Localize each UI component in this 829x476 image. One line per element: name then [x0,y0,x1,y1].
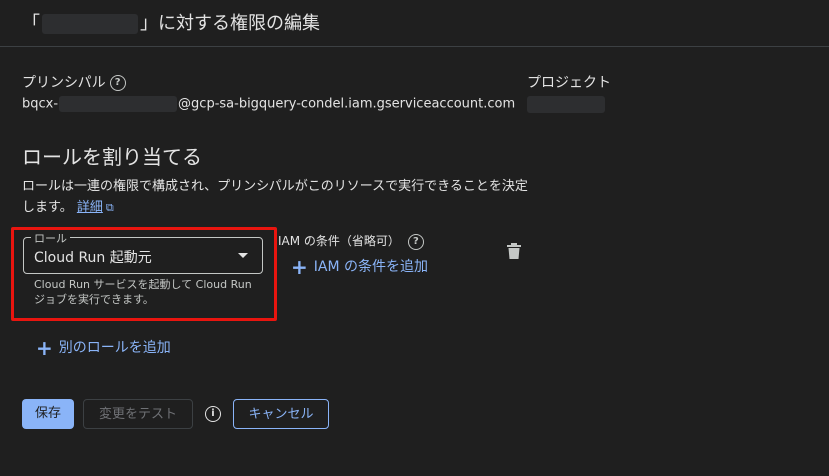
add-iam-condition-label: IAM の条件を追加 [313,259,429,275]
redacted-principal-id [59,96,178,112]
redacted-project-value [527,96,605,113]
principal-value: bqcx- @gcp-sa-bigquery-condel.iam.gservic… [22,96,515,112]
help-circle-icon[interactable]: ? [407,233,424,250]
principal-prefix: bqcx- [22,96,59,112]
test-changes-button[interactable]: 変更をテスト [83,399,193,429]
add-iam-condition-button[interactable]: + IAM の条件を追加 [291,255,428,279]
external-link-icon: ⧉ [105,201,114,214]
role-select-label: ロール [31,230,70,246]
assign-roles-heading: ロールを割り当てる [22,145,202,169]
roles-description: ロールは一連の権限で構成され、プリンシパルがこのリソースで実行できることを決定し… [22,176,532,218]
cancel-button[interactable]: キャンセル [233,399,329,429]
add-another-role-label: 別のロールを追加 [58,340,171,356]
save-button[interactable]: 保存 [22,399,74,429]
edit-permissions-dialog: 「 」に対する権限の編集 プリンシパル? bqcx- @gcp-sa-bigquer… [0,0,829,476]
plus-icon: + [36,336,53,360]
title-bar: 「 」に対する権限の編集 [0,0,829,47]
info-icon[interactable]: i [205,406,221,422]
title-suffix: 」に対する権限の編集 [140,13,320,34]
role-select-value: Cloud Run 起動元 [34,250,152,266]
redacted-resource-name [42,14,138,34]
details-link[interactable]: 詳細 [77,200,103,215]
dialog-title: 「 」に対する権限の編集 [22,9,320,35]
add-another-role-button[interactable]: + 別のロールを追加 [36,336,171,360]
principal-label: プリンシパル [22,75,106,91]
role-helper-text: Cloud Run サービスを起動して Cloud Run ジョブを実行できます… [34,278,252,306]
principal-label-row: プリンシパル? [22,72,126,92]
iam-condition-label: IAM の条件（省略可） [278,234,400,248]
project-label: プロジェクト [527,75,611,91]
plus-icon: + [291,255,308,279]
title-prefix: 「 [22,13,40,34]
arrow-drop-down-icon [238,253,248,258]
help-circle-icon[interactable]: ? [109,75,126,91]
iam-condition-label-row: IAM の条件（省略可）? [278,232,424,250]
principal-suffix: @gcp-sa-bigquery-condel.iam.gserviceacco… [178,96,516,112]
trash-icon[interactable] [507,243,521,259]
